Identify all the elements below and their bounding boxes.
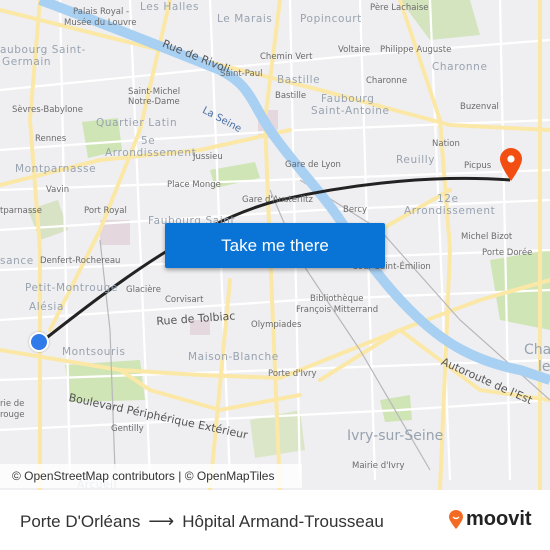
map-label: Bastille — [275, 91, 307, 101]
map-label: Quartier Latin — [96, 117, 178, 129]
map-label: Palais Royal - — [73, 7, 130, 17]
map-label: Glacière — [126, 285, 161, 295]
destination-pin-icon[interactable] — [498, 146, 524, 182]
map-label: Voltaire — [338, 45, 371, 55]
map-label: Saint-Paul — [220, 69, 263, 79]
map-label: Gare de Lyon — [285, 160, 341, 170]
map-label: Corvisart — [165, 295, 204, 305]
map-label: Saint-Michel — [128, 87, 181, 97]
map-label: Place Monge — [167, 180, 221, 190]
map[interactable]: Les Halles Palais Royal - Musée du Louvre L… — [0, 0, 550, 490]
footer: Porte D'Orléans ⟶ Hôpital Armand-Trousse… — [0, 490, 550, 550]
map-label: Chemin Vert — [260, 52, 313, 62]
map-label: Bastille — [277, 74, 321, 86]
brand-name: moovit — [466, 508, 532, 530]
map-label: Porte d'Ivry — [268, 369, 317, 379]
map-label: 5e — [141, 135, 156, 147]
map-label: Germain — [2, 56, 52, 68]
map-label: François Mitterrand — [296, 305, 379, 315]
map-label: Porte Dorée — [482, 248, 533, 258]
map-label: Port Royal — [84, 206, 127, 216]
map-label: sance — [0, 255, 34, 267]
map-label: Maison-Blanche — [188, 351, 279, 363]
map-label: Reuilly — [396, 154, 436, 166]
map-label: Notre-Dame — [128, 97, 180, 107]
map-label: le — [538, 359, 550, 375]
map-label: Olympiades — [251, 320, 302, 330]
map-label: Denfert-Rochereau — [40, 256, 121, 266]
take-me-there-button[interactable]: Take me there — [165, 223, 385, 268]
map-label: Bibliothèque — [310, 294, 364, 304]
map-label: Bercy — [343, 205, 368, 215]
map-attribution[interactable]: © OpenStreetMap contributors | © OpenMap… — [0, 464, 302, 488]
map-label: rouge — [0, 410, 25, 420]
map-label: Nation — [432, 139, 460, 149]
map-label: Petit-Montrouge — [25, 282, 118, 294]
origin-name: Porte D'Orléans — [20, 511, 141, 531]
map-label: Buzenval — [460, 102, 499, 112]
route-title: Porte D'Orléans ⟶ Hôpital Armand-Trousse… — [20, 511, 384, 532]
map-label: Arrondissement — [404, 205, 496, 217]
map-label: Faubourg — [321, 93, 375, 105]
map-label: Popincourt — [300, 13, 362, 25]
map-label: tparnasse — [0, 206, 42, 216]
destination-name: Hôpital Armand-Trousseau — [182, 511, 384, 531]
map-label: Charonne — [366, 76, 408, 86]
map-label: Musée du Louvre — [64, 18, 137, 28]
map-label: Picpus — [464, 161, 492, 171]
map-label: Ivry-sur-Seine — [347, 428, 444, 444]
map-label: Jussieu — [193, 152, 223, 162]
map-label: Mairie d'Ivry — [352, 461, 405, 471]
map-label: Gentilly — [111, 424, 144, 434]
map-label: Sèvres-Babylone — [12, 105, 84, 115]
map-label: Michel Bizot — [461, 232, 513, 242]
map-label: Alésia — [29, 301, 64, 313]
map-label: Vavin — [46, 185, 70, 195]
map-label: Les Halles — [140, 1, 200, 13]
map-label: Philippe Auguste — [380, 45, 452, 55]
map-label: Montparnasse — [15, 163, 97, 175]
map-label: Père Lachaise — [370, 3, 429, 13]
origin-marker[interactable] — [29, 332, 49, 352]
map-label: Montsouris — [62, 346, 126, 358]
map-label: rie de — [0, 399, 25, 409]
moovit-logo[interactable]: moovit — [448, 508, 532, 531]
map-label: Charonne — [432, 61, 488, 73]
moovit-pin-icon — [449, 509, 463, 529]
arrow-right-icon: ⟶ — [148, 511, 175, 531]
map-label: Arrondissement — [105, 147, 197, 159]
map-label: aubourg Saint- — [0, 44, 86, 56]
map-label: Le Marais — [217, 13, 273, 25]
map-label: 12e — [437, 193, 459, 205]
map-label: Cha — [524, 342, 550, 358]
map-label: Saint-Antoine — [311, 105, 390, 117]
map-label: Rennes — [35, 134, 67, 144]
map-label: Gare d'Austerlitz — [242, 195, 313, 205]
